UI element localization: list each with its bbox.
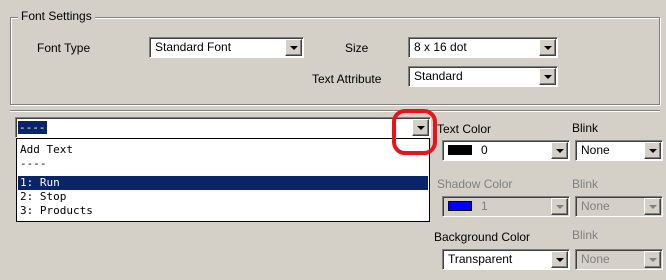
- text-color-swatch: [448, 145, 472, 155]
- font-type-dropdown-button[interactable]: [285, 39, 302, 56]
- list-item-products[interactable]: 3: Products: [18, 204, 428, 218]
- chevron-down-icon: [556, 258, 564, 262]
- list-item-add-text[interactable]: Add Text: [18, 143, 428, 157]
- chevron-down-icon: [556, 149, 564, 153]
- background-color-dropdown-button[interactable]: [551, 251, 568, 268]
- shadow-color-swatch: [448, 201, 472, 211]
- font-type-select[interactable]: Standard Font: [149, 37, 304, 58]
- shadow-color-label: Shadow Color: [437, 177, 513, 191]
- text-blink-label: Blink: [572, 121, 599, 135]
- text-select[interactable]: ----: [15, 117, 431, 138]
- text-color-select[interactable]: 0: [442, 140, 570, 161]
- highlight-circle: [392, 109, 437, 155]
- chevron-down-icon: [649, 258, 657, 262]
- shadow-blink-label: Blink: [572, 177, 599, 191]
- section-divider: [10, 110, 660, 112]
- background-blink-value: None: [581, 252, 610, 266]
- shadow-color-select: 1: [442, 196, 570, 217]
- text-attribute-select[interactable]: Standard: [408, 66, 558, 87]
- list-item-run[interactable]: 1: Run: [18, 176, 428, 190]
- size-dropdown-button[interactable]: [539, 39, 556, 56]
- text-select-value: ----: [18, 121, 47, 134]
- shadow-blink-select: None: [575, 196, 663, 217]
- font-settings-title: Font Settings: [18, 9, 95, 23]
- shadow-blink-value: None: [581, 199, 610, 213]
- text-blink-dropdown-button[interactable]: [644, 142, 661, 159]
- list-item-separator[interactable]: ----: [18, 157, 428, 171]
- shadow-color-dropdown-button: [551, 198, 568, 215]
- size-value: 8 x 16 dot: [414, 40, 467, 54]
- font-settings-group: [10, 17, 660, 105]
- background-blink-select: None: [575, 249, 663, 270]
- text-dropdown-list: Add Text ---- 1: Run 2: Stop 3: Products: [16, 138, 430, 222]
- font-type-value: Standard Font: [155, 40, 232, 54]
- text-color-label: Text Color: [437, 122, 492, 136]
- background-blink-label: Blink: [572, 228, 599, 242]
- size-select[interactable]: 8 x 16 dot: [408, 37, 558, 58]
- background-color-label: Background Color: [434, 230, 531, 244]
- text-attribute-value: Standard: [414, 69, 463, 83]
- text-color-value: 0: [481, 143, 488, 157]
- list-item-stop[interactable]: 2: Stop: [18, 190, 428, 204]
- background-blink-dropdown-button: [644, 251, 661, 268]
- background-color-value: Transparent: [448, 252, 513, 266]
- chevron-down-icon: [649, 205, 657, 209]
- shadow-blink-dropdown-button: [644, 198, 661, 215]
- text-attribute-label: Text Attribute: [312, 72, 382, 86]
- chevron-down-icon: [544, 46, 552, 50]
- font-type-label: Font Type: [37, 41, 91, 55]
- chevron-down-icon: [649, 149, 657, 153]
- chevron-down-icon: [544, 75, 552, 79]
- size-label: Size: [345, 41, 369, 55]
- shadow-color-value: 1: [481, 199, 488, 213]
- text-attribute-dropdown-button[interactable]: [539, 68, 556, 85]
- text-blink-select[interactable]: None: [575, 140, 663, 161]
- text-blink-value: None: [581, 143, 610, 157]
- background-color-select[interactable]: Transparent: [442, 249, 570, 270]
- chevron-down-icon: [556, 205, 564, 209]
- text-color-dropdown-button[interactable]: [551, 142, 568, 159]
- chevron-down-icon: [290, 46, 298, 50]
